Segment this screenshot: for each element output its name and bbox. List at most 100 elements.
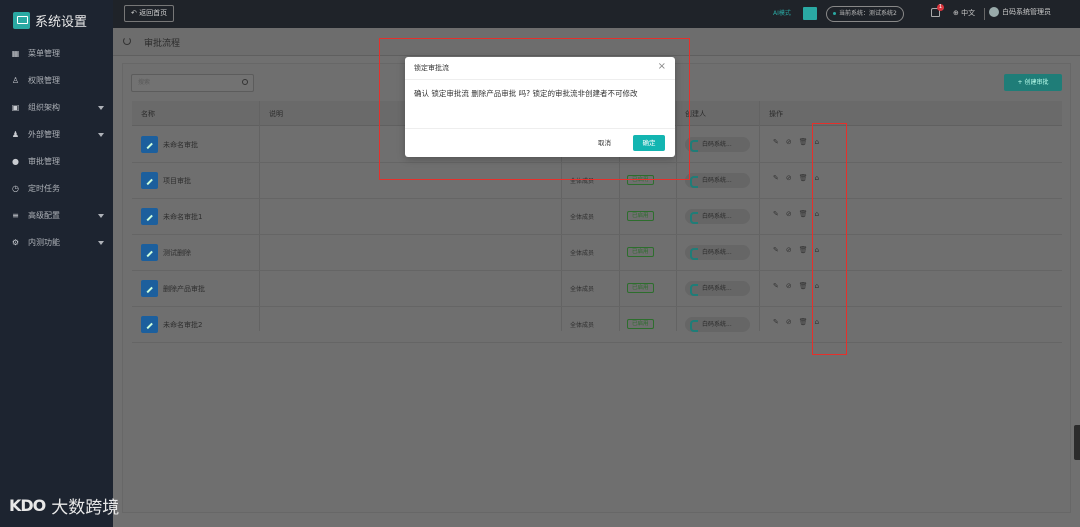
approval-icon [141,208,158,225]
edit-icon[interactable]: ✎ [773,246,779,254]
status-badge: 已启用 [627,211,654,221]
status-badge: 已启用 [627,319,654,329]
avatar [989,7,999,17]
sidebar-item-approval[interactable]: ● 审批管理 [0,148,113,175]
sidebar-menu: ▦ 菜单管理 ♙ 权限管理 ▣ 组织架构 ♟ 外部管理 ● 审批管理 ◷ 定时任务 ≡ 高级配… [0,40,113,256]
clock-icon: ◷ [12,184,19,193]
back-home-label: 返回首页 [139,9,168,17]
disable-icon[interactable]: ⊘ [786,282,792,290]
sidebar-item-label: 内测功能 [28,238,60,247]
creator-tag: 白码系统... [685,173,750,188]
delete-icon[interactable]: 🗑 [799,282,808,290]
grid-icon: ▦ [11,49,20,58]
sidebar-item-external[interactable]: ♟ 外部管理 [0,121,113,148]
watermark: KDO 大数跨境 [9,493,119,518]
sidebar-item-label: 审批管理 [28,157,60,166]
creator-tag: 白码系统... [685,281,750,296]
column-header-desc: 说明 [269,110,283,118]
column-header-name: 名称 [141,110,155,118]
divider [984,8,985,20]
disable-icon[interactable]: ⊘ [786,210,792,218]
user-key-icon: ♙ [11,76,20,85]
watermark-text: 大数跨境 [51,498,120,518]
create-approval-button[interactable]: + 创建审批 [1004,74,1062,91]
row-name: 未命名审批1 [163,213,203,221]
highlight-box-lock-column [812,123,847,355]
current-system-label: 当前系统：测试系统2 [839,10,897,17]
sidebar-item-org[interactable]: ▣ 组织架构 [0,94,113,121]
ai-mode-toggle[interactable] [803,7,817,20]
user-icon: ● [12,157,19,166]
delete-icon[interactable]: 🗑 [799,174,808,182]
creator-tag: 白码系统... [685,317,750,332]
sidebar-item-label: 外部管理 [28,130,60,139]
chevron-down-icon [98,214,104,218]
page-title: 审批流程 [144,39,181,49]
row-name: 未命名审批 [163,141,198,149]
row-scope: 全体成员 [570,214,595,221]
table-row[interactable]: 未命名审批1 全体成员 已启用 白码系统... ✎ ⊘ 🗑 ⌂ [132,199,1062,235]
back-home-button[interactable]: ↶ 返回首页 [124,5,175,22]
sidebar-item-advanced[interactable]: ≡ 高级配置 [0,202,113,229]
approval-icon [141,316,158,333]
current-system-selector[interactable]: 当前系统：测试系统2 [826,6,904,22]
edit-icon[interactable]: ✎ [773,138,779,146]
app-title: 系统设置 [35,15,88,30]
delete-icon[interactable]: 🗑 [799,318,808,326]
table-row[interactable]: 删除产品审批 全体成员 已启用 白码系统... ✎ ⊘ 🗑 ⌂ [132,271,1062,307]
delete-icon[interactable]: 🗑 [799,138,808,146]
app-logo: 系统设置 [13,11,87,30]
approval-icon [141,280,158,297]
users-icon: ♟ [11,130,20,139]
row-name: 删除产品审批 [163,285,205,293]
table-row[interactable]: 未命名审批2 全体成员 已启用 白码系统... ✎ ⊘ 🗑 ⌂ [132,307,1062,343]
sidebar-item-label: 高级配置 [28,211,60,220]
sliders-icon: ≡ [12,211,19,220]
edit-icon[interactable]: ✎ [773,210,779,218]
edit-icon[interactable]: ✎ [773,174,779,182]
org-icon: ▣ [11,103,20,112]
gear-icon: ⚙ [11,238,20,247]
disable-icon[interactable]: ⊘ [786,246,792,254]
top-bar: ↶ 返回首页 AI模式 当前系统：测试系统2 1 ⊕ 中文 白码系统管理员 [113,0,1080,28]
search-input[interactable]: 搜索 [131,74,254,92]
disable-icon[interactable]: ⊘ [786,138,792,146]
ai-mode-label: AI模式 [773,10,791,17]
sidebar-item-scheduled[interactable]: ◷ 定时任务 [0,175,113,202]
status-badge: 已启用 [627,247,654,257]
watermark-logo: KDO [9,496,46,515]
sidebar: 系统设置 ▦ 菜单管理 ♙ 权限管理 ▣ 组织架构 ♟ 外部管理 ● 审批管理 ◷ 定时任务… [0,0,113,527]
user-menu[interactable]: 白码系统管理员 [989,7,1051,17]
creator-tag: 白码系统... [685,245,750,260]
creator-tag: 白码系统... [685,137,750,152]
disable-icon[interactable]: ⊘ [786,318,792,326]
highlight-box-dialog [379,38,690,180]
language-switch[interactable]: ⊕ 中文 [953,8,975,18]
search-placeholder: 搜索 [138,79,151,86]
row-scope: 全体成员 [570,250,595,257]
search-icon[interactable] [242,79,248,85]
sidebar-item-beta[interactable]: ⚙ 内测功能 [0,229,113,256]
row-scope: 全体成员 [570,322,595,329]
chevron-down-icon [98,106,104,110]
monitor-icon [13,12,30,29]
approval-icon [141,244,158,261]
table-row[interactable]: 测试删除 全体成员 已启用 白码系统... ✎ ⊘ 🗑 ⌂ [132,235,1062,271]
disable-icon[interactable]: ⊘ [786,174,792,182]
sidebar-item-menu[interactable]: ▦ 菜单管理 [0,40,113,67]
delete-icon[interactable]: 🗑 [799,246,808,254]
side-drawer-handle[interactable] [1074,425,1080,460]
sidebar-item-label: 权限管理 [28,76,60,85]
refresh-icon[interactable] [123,37,131,45]
approval-icon [141,172,158,189]
notification-badge: 1 [937,4,944,11]
row-scope: 全体成员 [570,286,595,293]
delete-icon[interactable]: 🗑 [799,210,808,218]
edit-icon[interactable]: ✎ [773,282,779,290]
user-name: 白码系统管理员 [1002,8,1051,16]
chevron-down-icon [98,241,104,245]
sidebar-item-permissions[interactable]: ♙ 权限管理 [0,67,113,94]
edit-icon[interactable]: ✎ [773,318,779,326]
sidebar-item-label: 定时任务 [28,184,60,193]
creator-tag: 白码系统... [685,209,750,224]
